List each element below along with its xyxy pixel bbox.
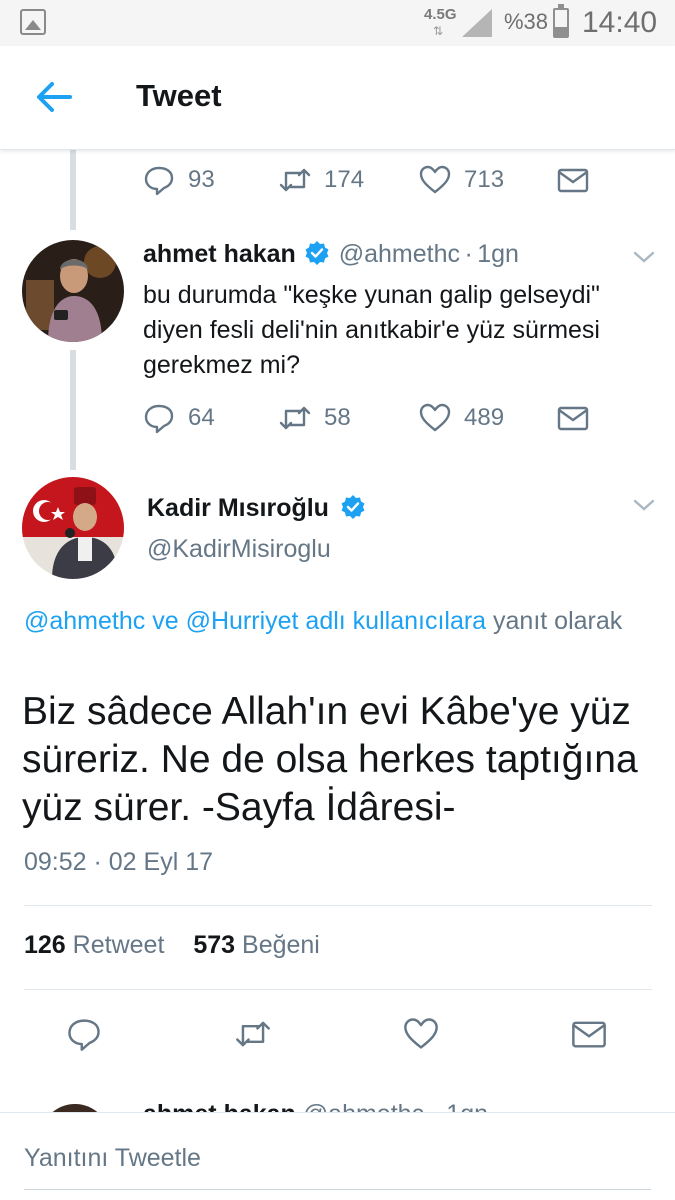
tweet-text: Biz sâdece Allah'ın evi Kâbe'ye yüz süre…: [22, 690, 638, 829]
parent-tweet-actions: 64 58 489: [0, 398, 675, 438]
heart-icon: [404, 1018, 438, 1049]
reply-button[interactable]: 93: [142, 160, 215, 200]
battery-percent: %38: [504, 9, 549, 34]
mention-link[interactable]: @ahmethc: [24, 607, 145, 635]
clock: 14:40: [582, 6, 658, 39]
reply-icon: [144, 166, 174, 196]
divider: [24, 989, 652, 990]
retweet-icon: [279, 168, 311, 192]
retweet-button[interactable]: 58: [278, 398, 351, 438]
author-handle[interactable]: @KadirMisiroglu: [147, 535, 331, 564]
retweet-stat[interactable]: 126 Retweet: [24, 931, 164, 959]
status-bar: 4.5G ⇅ %38 14:40: [0, 0, 675, 46]
like-count: 713: [464, 166, 505, 193]
arrow-left-icon[interactable]: [34, 80, 74, 114]
message-button[interactable]: [556, 160, 590, 200]
retweet-button[interactable]: [234, 1014, 272, 1054]
author-name[interactable]: Kadir Mısıroğlu: [147, 494, 329, 522]
envelope-icon: [557, 406, 589, 431]
gallery-icon: [20, 9, 46, 35]
reply-and: ve: [152, 607, 179, 635]
author-name[interactable]: ahmet hakan: [143, 240, 296, 268]
author-handle[interactable]: @ahmethc: [339, 240, 460, 268]
retweet-label: Retweet: [72, 931, 165, 959]
reply-input[interactable]: Yanıtını Tweetle: [24, 1144, 201, 1173]
engagement-stats: 126 Retweet 573 Beğeni: [24, 931, 320, 960]
chevron-down-icon[interactable]: [632, 250, 656, 264]
verified-badge-icon: [341, 495, 365, 519]
like-total: 573: [193, 931, 236, 959]
app-header: Tweet: [0, 46, 675, 150]
avatar-photo: [22, 477, 124, 579]
separator: ·: [464, 240, 473, 268]
reply-button[interactable]: [65, 1014, 103, 1054]
author-name-row: Kadir Mısıroğlu: [147, 494, 370, 523]
heart-icon: [419, 165, 451, 194]
retweet-count: 174: [324, 166, 365, 193]
like-button[interactable]: 713: [418, 160, 504, 200]
heart-icon: [419, 403, 451, 432]
message-button[interactable]: [556, 398, 590, 438]
like-stat[interactable]: 573 Beğeni: [193, 931, 320, 959]
envelope-icon: [557, 168, 589, 193]
reply-count: 93: [188, 166, 215, 193]
reply-users-link[interactable]: adlı kullanıcılara: [305, 607, 486, 635]
like-count: 489: [464, 404, 505, 431]
envelope-icon: [572, 1021, 606, 1048]
like-label: Beğeni: [242, 931, 320, 959]
avatar[interactable]: [22, 240, 124, 342]
retweet-icon: [279, 406, 311, 430]
next-tweet-peek[interactable]: ahmet hakan @ahmethc · 1gn: [0, 1080, 675, 1115]
battery-icon: [553, 4, 569, 38]
network-type: 4.5G: [424, 6, 457, 23]
retweet-button[interactable]: 174: [278, 160, 364, 200]
tweet-timestamp: 09:52 · 02 Eyl 17: [24, 848, 214, 876]
retweet-icon: [236, 1021, 270, 1047]
reply-icon: [144, 404, 174, 434]
main-tweet-actions: [0, 1014, 675, 1054]
data-arrows-icon: ⇅: [433, 24, 443, 38]
page-title: Tweet: [136, 78, 222, 113]
chevron-down-icon[interactable]: [632, 498, 656, 512]
retweet-total: 126: [24, 931, 66, 959]
tweet-age: 1gn: [477, 240, 519, 268]
avatar[interactable]: [22, 477, 124, 579]
mention-link[interactable]: @Hurriyet: [186, 607, 299, 635]
reply-bar: Yanıtını Tweetle: [0, 1112, 675, 1200]
previous-tweet-actions: 93 174 713: [0, 160, 675, 200]
signal-icon: [462, 9, 492, 37]
parent-tweet-header: ahmet hakan @ahmethc · 1gn: [143, 240, 519, 269]
divider: [24, 905, 652, 906]
reply-underline: [24, 1189, 651, 1190]
verified-badge-icon: [305, 241, 329, 265]
retweet-count: 58: [324, 404, 351, 431]
reply-count: 64: [188, 404, 215, 431]
reply-suffix: yanıt olarak: [493, 607, 623, 635]
tweet-text: bu durumda "keşke yunan galip gelseydi" …: [143, 281, 600, 379]
reply-button[interactable]: 64: [142, 398, 215, 438]
like-button[interactable]: [402, 1014, 440, 1054]
avatar-photo: [22, 240, 124, 342]
like-button[interactable]: 489: [418, 398, 504, 438]
message-button[interactable]: [570, 1014, 608, 1054]
reply-icon: [68, 1019, 100, 1051]
replying-to: @ahmethc ve @Hurriyet adlı kullanıcılara…: [24, 603, 644, 639]
